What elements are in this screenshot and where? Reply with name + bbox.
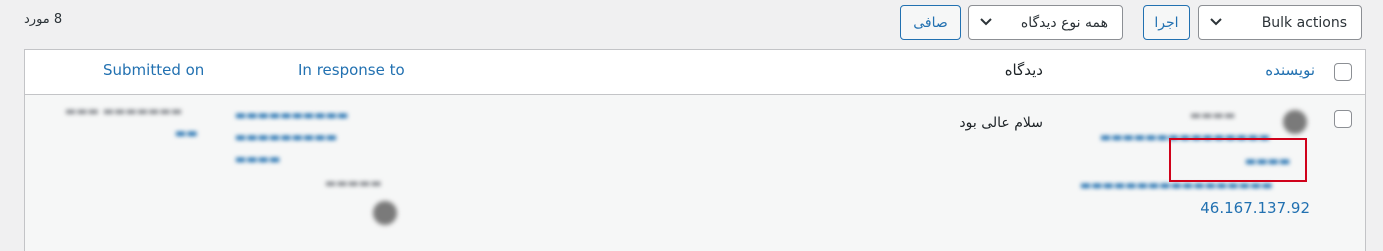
bulk-actions-select-value: Bulk actions xyxy=(1261,14,1347,31)
author-ip-link[interactable]: 46.167.137.92 xyxy=(1200,199,1310,217)
column-comment: دیدگاه xyxy=(1004,61,1043,79)
highlight-box xyxy=(1169,138,1307,182)
submitted-date-blurred: ▬▬▬ ▬▬▬▬▬▬▬ xyxy=(65,104,183,118)
column-submitted-on[interactable]: Submitted on xyxy=(103,61,204,79)
comment-type-select[interactable]: همه نوع دیدگاه xyxy=(968,5,1123,40)
tablenav-top: 8 مورد صافی همه نوع دیدگاه اجرا Bulk act… xyxy=(0,0,1383,48)
table-header: Submitted on In response to دیدگاه نویسن… xyxy=(25,50,1365,95)
author-name-blurred: ▬▬▬▬ xyxy=(1190,108,1236,122)
author-avatar xyxy=(1283,110,1307,134)
filter-button[interactable]: صافی xyxy=(900,5,961,40)
chevron-down-icon xyxy=(1210,18,1222,26)
comment-type-select-value: همه نوع دیدگاه xyxy=(1020,14,1108,31)
apply-button[interactable]: اجرا xyxy=(1143,5,1190,40)
row-checkbox[interactable] xyxy=(1334,110,1352,128)
table-row: ▬▬▬ ▬▬▬▬▬▬▬ ▬▬ ▬▬▬▬▬▬▬▬▬▬ ▬▬▬▬▬▬▬▬▬ ▬▬▬▬ ▬… xyxy=(25,96,1365,251)
post-avatar xyxy=(373,201,397,225)
column-in-response-to[interactable]: In response to xyxy=(298,61,405,79)
chevron-down-icon xyxy=(980,18,992,26)
select-all-checkbox[interactable] xyxy=(1334,63,1352,81)
items-count: 8 مورد xyxy=(24,12,63,27)
column-author[interactable]: نویسنده xyxy=(1265,61,1315,79)
bulk-actions-select[interactable]: Bulk actions xyxy=(1198,5,1362,40)
comments-table: Submitted on In response to دیدگاه نویسن… xyxy=(24,49,1366,251)
submitted-time-blurred: ▬▬ xyxy=(175,126,198,140)
response-post-title-blurred: ▬▬▬▬▬▬▬▬▬▬ ▬▬▬▬▬▬▬▬▬ ▬▬▬▬ xyxy=(235,108,349,166)
comment-body: سلام عالی بود xyxy=(959,115,1043,131)
response-view-link-blurred: ▬▬▬▬▬ xyxy=(325,176,382,190)
